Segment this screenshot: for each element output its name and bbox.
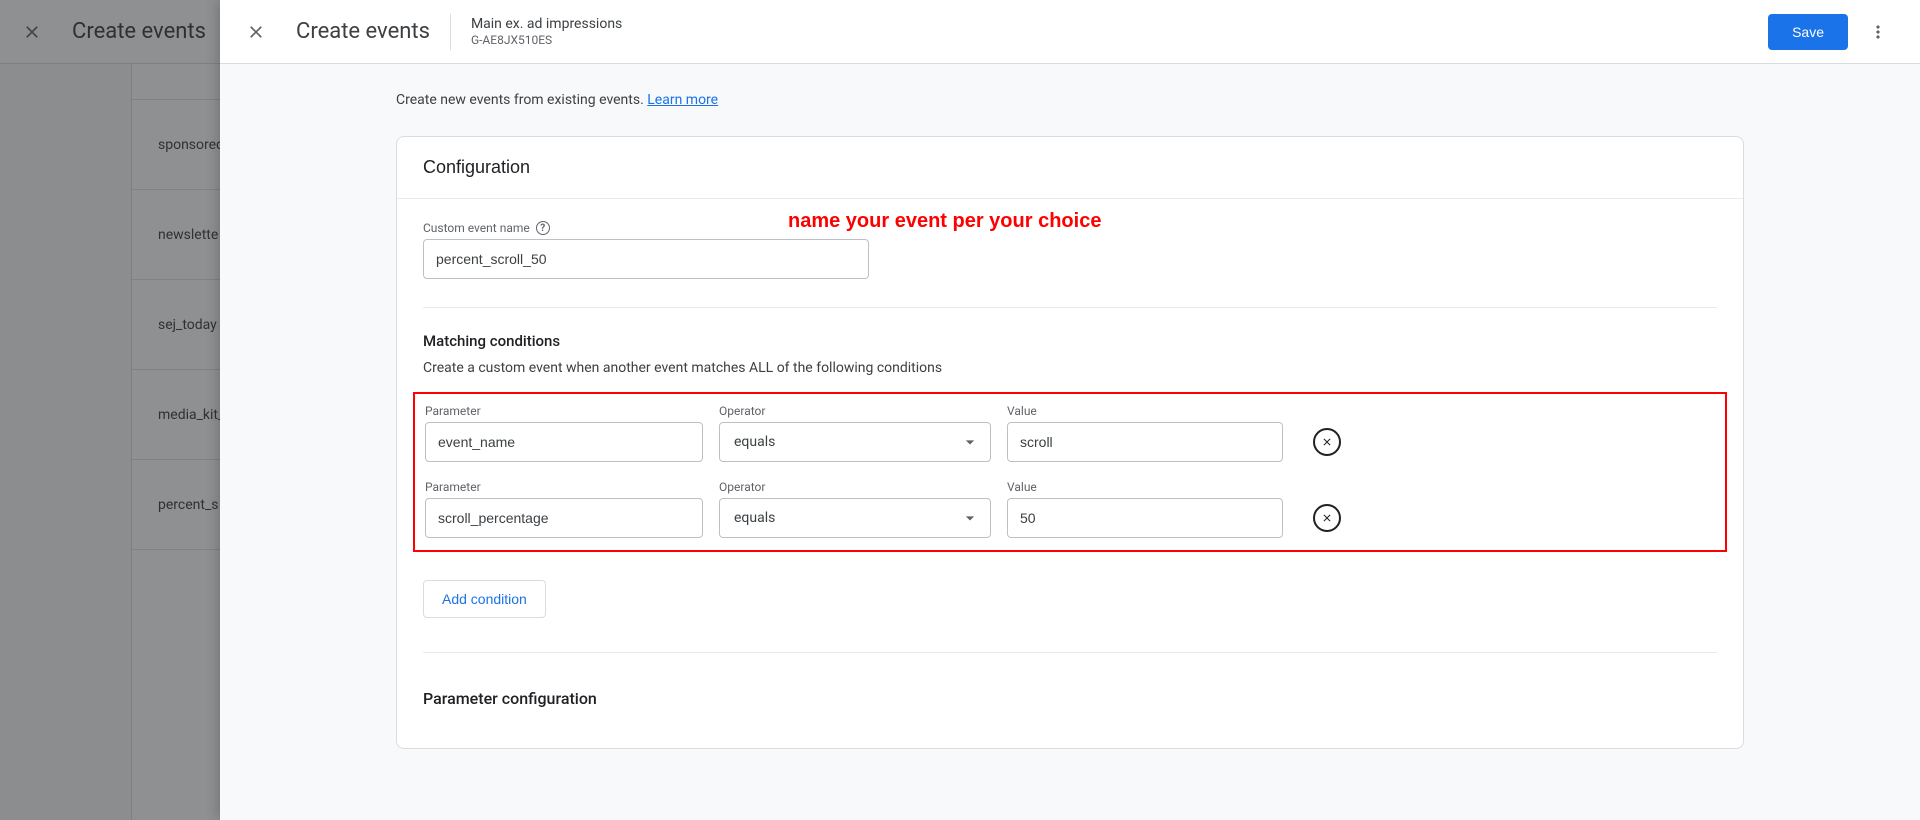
helper-label: Create new events from existing events. [396, 92, 647, 108]
divider [450, 14, 451, 50]
annotation-text: name your event per your choice [788, 210, 1101, 233]
operator-value: equals [734, 510, 775, 526]
more-menu-button[interactable] [1860, 14, 1896, 50]
custom-event-label-text: Custom event name [423, 221, 530, 235]
chevron-down-icon [960, 508, 980, 528]
divider [423, 652, 1717, 653]
custom-event-name-input[interactable] [423, 239, 869, 279]
value-label: Value [1007, 480, 1283, 494]
close-button[interactable] [244, 20, 268, 44]
remove-condition-button[interactable] [1313, 428, 1341, 456]
operator-select[interactable]: equals [719, 498, 991, 538]
parameter-configuration-heading: Parameter configuration [423, 689, 1717, 708]
operator-label: Operator [719, 480, 991, 494]
more-vert-icon [1868, 22, 1888, 42]
help-icon[interactable]: ? [536, 221, 550, 235]
operator-select[interactable]: equals [719, 422, 991, 462]
panel-header: Create events Main ex. ad impressions G-… [220, 0, 1920, 64]
close-icon [246, 22, 266, 42]
parameter-label: Parameter [425, 480, 703, 494]
card-content: Custom event name ? Matching conditions … [397, 199, 1743, 748]
save-button[interactable]: Save [1768, 14, 1848, 50]
panel-body[interactable]: Create new events from existing events. … [220, 64, 1920, 820]
learn-more-link[interactable]: Learn more [647, 92, 718, 108]
chevron-down-icon [960, 432, 980, 452]
close-circle-icon [1321, 512, 1333, 524]
add-condition-button[interactable]: Add condition [423, 580, 546, 618]
matching-heading: Matching conditions [423, 332, 1717, 350]
close-circle-icon [1321, 436, 1333, 448]
condition-row: Parameter Operator equals [425, 480, 1715, 538]
property-id: G-AE8JX510ES [471, 33, 622, 49]
parameter-label: Parameter [425, 404, 703, 418]
value-input[interactable] [1007, 498, 1283, 538]
operator-value: equals [734, 434, 775, 450]
property-info: Main ex. ad impressions G-AE8JX510ES [471, 15, 622, 49]
value-input[interactable] [1007, 422, 1283, 462]
matching-subtext: Create a custom event when another event… [423, 360, 1717, 376]
helper-text: Create new events from existing events. … [396, 92, 1920, 108]
panel-title: Create events [296, 19, 430, 44]
conditions-highlight-box: Parameter Operator equals [413, 392, 1727, 552]
divider [423, 307, 1717, 308]
operator-label: Operator [719, 404, 991, 418]
property-name: Main ex. ad impressions [471, 15, 622, 33]
condition-row: Parameter Operator equals [425, 404, 1715, 462]
create-event-panel: Create events Main ex. ad impressions G-… [220, 0, 1920, 820]
value-label: Value [1007, 404, 1283, 418]
remove-condition-button[interactable] [1313, 504, 1341, 532]
card-title: Configuration [397, 137, 1743, 199]
parameter-input[interactable] [425, 498, 703, 538]
parameter-input[interactable] [425, 422, 703, 462]
